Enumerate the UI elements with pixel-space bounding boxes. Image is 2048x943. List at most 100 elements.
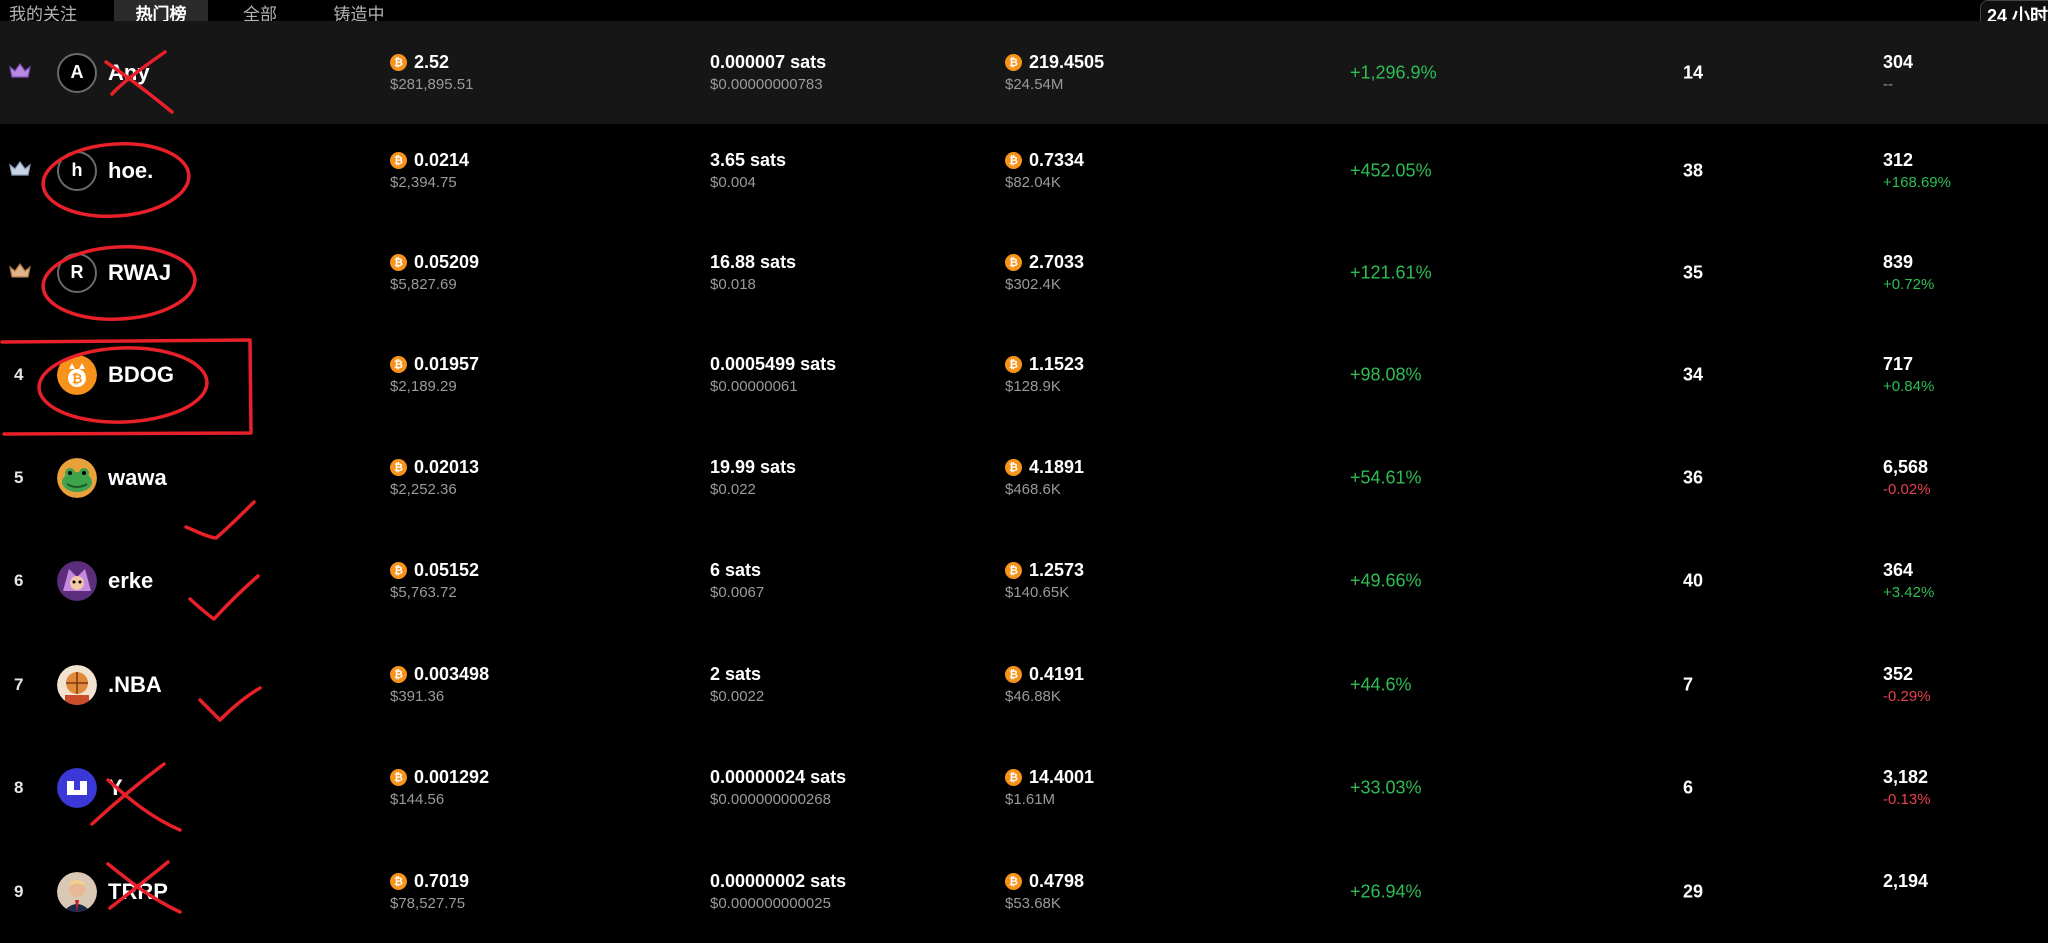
table-row[interactable]: 5 wawa ₿ 0.02013 $2,252.36 19.99 sats $0.022 ₿ 4…: [0, 426, 2048, 529]
token-name[interactable]: Y: [108, 775, 123, 801]
volume-usd: $468.6K: [1005, 481, 1061, 498]
transactions-count: 717: [1883, 354, 1914, 374]
volume-cell: ₿ 4.1891 $468.6K: [1005, 457, 1084, 498]
price-change: +121.61%: [1350, 262, 1432, 282]
token-name[interactable]: erke: [108, 568, 153, 594]
holders-count: 6: [1683, 777, 1694, 797]
bitcoin-icon: ₿: [1005, 873, 1022, 890]
bitcoin-icon: ₿: [1005, 254, 1022, 271]
table-row[interactable]: A Any ₿ 2.52 $281,895.51 0.000007 sats $0.0000…: [0, 21, 2048, 124]
bitcoin-icon: ₿: [390, 562, 407, 579]
volume-btc: 2.7033: [1029, 252, 1085, 272]
transactions-change: +0.72%: [1883, 276, 1935, 293]
price-change: +26.94%: [1350, 881, 1422, 901]
transactions-change: -0.13%: [1883, 791, 1931, 808]
token-name[interactable]: Any: [108, 60, 150, 86]
unit-price-sats: 0.000007 sats: [710, 52, 827, 72]
unit-price-usd: $0.00000061: [710, 378, 798, 395]
holders-count: 40: [1683, 570, 1704, 590]
volume-btc: 4.1891: [1029, 457, 1085, 477]
price-change: +98.08%: [1350, 364, 1422, 384]
table-row[interactable]: 9 TRRP ₿ 0.7019 $78,527.75 0.00000002 sats $0.…: [0, 840, 2048, 943]
volume-btc: 0.7334: [1029, 150, 1085, 170]
transactions-change: --: [1883, 76, 1893, 93]
transactions-cell: 839 +0.72%: [1883, 252, 1934, 293]
volume-cell: ₿ 0.7334 $82.04K: [1005, 150, 1084, 191]
volume-usd: $82.04K: [1005, 174, 1061, 191]
unit-price-usd: $0.000000000268: [710, 791, 831, 808]
transactions-cell: 6,568 -0.02%: [1883, 457, 1931, 498]
rank-number: 9: [14, 881, 24, 901]
rank-number: 7: [14, 674, 24, 694]
volume-cell: ₿ 1.2573 $140.65K: [1005, 560, 1084, 601]
token-name[interactable]: wawa: [108, 465, 167, 491]
unit-price-sats: 0.0005499 sats: [710, 354, 837, 374]
bitcoin-icon: ₿: [1005, 459, 1022, 476]
rank-number: 6: [14, 570, 24, 590]
volume-btc: 0.4191: [1029, 664, 1085, 684]
volume-usd: $46.88K: [1005, 688, 1061, 705]
price-btc: 0.0214: [414, 150, 470, 170]
unit-price-usd: $0.022: [710, 481, 756, 498]
price-btc: 0.05209: [414, 252, 480, 272]
token-avatar: R: [57, 252, 97, 293]
price-usd: $391.36: [390, 688, 445, 705]
transactions-cell: 2,194: [1883, 871, 1928, 895]
price-usd: $5,763.72: [390, 584, 457, 601]
unit-price-cell: 0.0005499 sats $0.00000061: [710, 354, 836, 395]
transactions-change: -0.29%: [1883, 688, 1931, 705]
volume-cell: ₿ 14.4001 $1.61M: [1005, 767, 1094, 808]
transactions-cell: 352 -0.29%: [1883, 664, 1931, 705]
token-name[interactable]: RWAJ: [108, 260, 171, 286]
rank-crown-icon: [8, 261, 32, 279]
token-name[interactable]: TRRP: [108, 879, 168, 905]
unit-price-usd: $0.018: [710, 276, 756, 293]
unit-price-cell: 0.00000002 sats $0.000000000025: [710, 871, 846, 912]
price-usd: $2,189.29: [390, 378, 457, 395]
table-row[interactable]: R RWAJ ₿ 0.05209 $5,827.69 16.88 sats $0.018 ₿ 2…: [0, 221, 2048, 324]
table-row[interactable]: 8 Y ₿ 0.001292 $144.56 0.00000024 sats $0.0000…: [0, 736, 2048, 839]
price-btc: 0.02013: [414, 457, 480, 477]
price-btc: 0.7019: [414, 871, 470, 891]
bitcoin-icon: ₿: [1005, 54, 1022, 71]
price-cell: ₿ 0.003498 $391.36: [390, 664, 489, 705]
table-row[interactable]: 6 erke ₿ 0.05152 $5,763.72 6 sats $0.0067 ₿ 1.25…: [0, 529, 2048, 632]
unit-price-usd: $0.0022: [710, 688, 765, 705]
table-row[interactable]: h hoe. ₿ 0.0214 $2,394.75 3.65 sats $0.004 ₿ 0.7…: [0, 119, 2048, 222]
unit-price-sats: 19.99 sats: [710, 457, 797, 477]
volume-btc: 0.4798: [1029, 871, 1085, 891]
token-name[interactable]: BDOG: [108, 362, 174, 388]
token-name[interactable]: .NBA: [108, 672, 162, 698]
holders-count: 38: [1683, 160, 1704, 180]
rank-crown-icon: [8, 159, 32, 177]
bitcoin-icon: ₿: [390, 769, 407, 786]
table-row[interactable]: 7 .NBA ₿ 0.003498 $391.36 2 sats $0.0022 ₿ 0.419…: [0, 633, 2048, 736]
unit-price-cell: 19.99 sats $0.022: [710, 457, 796, 498]
rank-number: 5: [14, 467, 24, 487]
price-cell: ₿ 0.01957 $2,189.29: [390, 354, 479, 395]
transactions-change: +0.84%: [1883, 378, 1935, 395]
transactions-change: +168.69%: [1883, 174, 1951, 191]
volume-usd: $53.68K: [1005, 895, 1061, 912]
transactions-count: 352: [1883, 664, 1914, 684]
transactions-cell: 364 +3.42%: [1883, 560, 1934, 601]
price-cell: ₿ 2.52 $281,895.51: [390, 52, 473, 93]
bitcoin-icon: ₿: [1005, 152, 1022, 169]
volume-usd: $1.61M: [1005, 791, 1056, 808]
unit-price-cell: 3.65 sats $0.004: [710, 150, 786, 191]
bitcoin-icon: ₿: [1005, 356, 1022, 373]
token-avatar: A: [57, 52, 97, 93]
unit-price-sats: 2 sats: [710, 664, 762, 684]
volume-cell: ₿ 0.4191 $46.88K: [1005, 664, 1084, 705]
purple-character-icon: [57, 560, 97, 601]
volume-btc: 219.4505: [1029, 52, 1105, 72]
price-change: +33.03%: [1350, 777, 1422, 797]
unit-price-cell: 6 sats $0.0067: [710, 560, 764, 601]
transactions-change: +3.42%: [1883, 584, 1935, 601]
bitcoin-icon: ₿: [390, 666, 407, 683]
token-name[interactable]: hoe.: [108, 158, 153, 184]
price-cell: ₿ 0.05209 $5,827.69: [390, 252, 479, 293]
volume-usd: $140.65K: [1005, 584, 1070, 601]
rank-crown-icon: [8, 61, 32, 79]
table-row[interactable]: 4 ₿ BDOG ₿ 0.01957 $2,189.29 0.0005499 sats $0.…: [0, 323, 2048, 426]
